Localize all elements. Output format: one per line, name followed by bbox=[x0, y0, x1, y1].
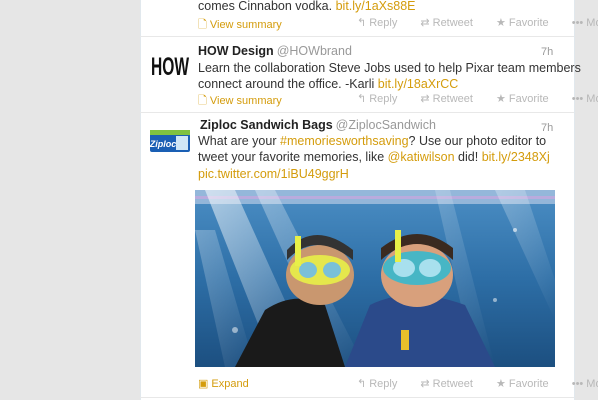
view-summary-label: View summary bbox=[209, 19, 282, 31]
photo-icon: ▣ bbox=[198, 378, 209, 390]
reply-label: Reply bbox=[369, 93, 398, 105]
reply-icon: ↰ bbox=[357, 378, 367, 390]
more-label: More bbox=[586, 17, 598, 29]
tweet-actions: ↰Reply ⇄Retweet ★Favorite •••More bbox=[357, 92, 598, 105]
tweet-timestamp[interactable]: 7h bbox=[541, 46, 553, 58]
tweet-text-body: connect around the office. -Karli bbox=[198, 77, 375, 91]
tweet-divider bbox=[140, 397, 574, 398]
view-summary-label: View summary bbox=[209, 95, 282, 107]
reply-button[interactable]: ↰ Reply bbox=[357, 93, 407, 105]
ellipsis-icon: ••• bbox=[571, 378, 584, 390]
tweet-link[interactable]: bit.ly/18aXrCC bbox=[378, 77, 459, 91]
expand-label: Expand bbox=[211, 378, 249, 390]
reply-button[interactable]: ↰ Reply bbox=[357, 378, 407, 390]
how-logo: HOW bbox=[151, 53, 189, 81]
tweet-text-line: tweet your favorite memories, like @kati… bbox=[198, 149, 550, 165]
tweet-text: comes Cinnabon vodka. bit.ly/1aXs88E bbox=[198, 0, 416, 14]
how-logo-text: HOW bbox=[151, 53, 189, 80]
retweet-button[interactable]: ⇄ Retweet bbox=[420, 93, 483, 105]
avatar[interactable]: HOW bbox=[150, 50, 190, 81]
view-summary-link[interactable]: 🗋 View summary bbox=[198, 92, 282, 111]
retweet-icon: ⇄ bbox=[420, 93, 430, 105]
more-label: More bbox=[586, 378, 598, 390]
retweet-label: Retweet bbox=[432, 17, 473, 29]
favorite-label: Favorite bbox=[508, 93, 549, 105]
reply-button[interactable]: ↰ Reply bbox=[357, 17, 407, 29]
favorite-label: Favorite bbox=[508, 17, 549, 29]
view-summary-link[interactable]: 🗋 View summary bbox=[198, 16, 282, 35]
tweet-link[interactable]: bit.ly/2348Xj bbox=[482, 150, 550, 164]
reply-label: Reply bbox=[369, 378, 398, 390]
reply-icon: ↰ bbox=[357, 17, 367, 29]
favorite-button[interactable]: ★ Favorite bbox=[496, 378, 559, 390]
more-button[interactable]: •••More bbox=[572, 378, 598, 390]
retweet-label: Retweet bbox=[432, 378, 473, 390]
tweet-divider bbox=[140, 112, 574, 113]
star-icon: ★ bbox=[496, 93, 506, 105]
reply-label: Reply bbox=[369, 17, 398, 29]
tweet-text: pic.twitter.com/1iBU49ggrH bbox=[198, 166, 349, 182]
mention-link[interactable]: @katiwilson bbox=[388, 150, 455, 164]
star-icon: ★ bbox=[496, 17, 506, 29]
more-label: More bbox=[586, 93, 598, 105]
ellipsis-icon: ••• bbox=[571, 17, 584, 29]
hashtag-link[interactable]: #memoriesworthsaving bbox=[280, 134, 409, 148]
tweet-text-body: did! bbox=[458, 150, 479, 164]
author-name[interactable]: HOW Design bbox=[198, 44, 274, 58]
snorkel-photo bbox=[195, 190, 555, 367]
tweet-author[interactable]: HOW Design @HOWbrand bbox=[198, 44, 352, 58]
avatar[interactable]: Ziploc bbox=[149, 128, 190, 154]
tweet-text-line: Learn the collaboration Steve Jobs used … bbox=[198, 61, 581, 75]
author-handle[interactable]: @HOWbrand bbox=[277, 44, 352, 58]
tweet-text-body: tweet your favorite memories, like bbox=[198, 150, 385, 164]
ziploc-logo-text: Ziploc bbox=[150, 139, 176, 149]
tweet-text-body: What are your bbox=[198, 134, 277, 148]
pic-link[interactable]: pic.twitter.com/1iBU49ggrH bbox=[198, 167, 349, 181]
tweet-text-line: What are your #memoriesworthsaving? Use … bbox=[198, 133, 550, 149]
tweet-author[interactable]: Ziploc Sandwich Bags @ZiplocSandwich bbox=[200, 118, 436, 132]
favorite-button[interactable]: ★ Favorite bbox=[496, 17, 559, 29]
reply-icon: ↰ bbox=[357, 93, 367, 105]
tweet-link[interactable]: bit.ly/1aXs88E bbox=[336, 0, 416, 13]
ziploc-product-image: Ziploc bbox=[149, 130, 190, 152]
author-name[interactable]: Ziploc Sandwich Bags bbox=[200, 118, 333, 132]
expand-link[interactable]: ▣ Expand bbox=[198, 377, 249, 390]
tweet-photo[interactable] bbox=[195, 190, 555, 367]
document-icon: 🗋 bbox=[198, 19, 207, 31]
author-handle[interactable]: @ZiplocSandwich bbox=[336, 118, 436, 132]
favorite-label: Favorite bbox=[508, 378, 549, 390]
retweet-label: Retweet bbox=[432, 93, 473, 105]
tweet-divider bbox=[140, 36, 574, 37]
tweet-actions: ↰Reply ⇄Retweet ★Favorite •••More bbox=[357, 16, 598, 29]
tweet-text-body: comes Cinnabon vodka. bbox=[198, 0, 333, 13]
retweet-icon: ⇄ bbox=[420, 378, 430, 390]
retweet-button[interactable]: ⇄ Retweet bbox=[420, 17, 483, 29]
retweet-icon: ⇄ bbox=[420, 17, 430, 29]
tweet-text: Learn the collaboration Steve Jobs used … bbox=[198, 60, 581, 92]
retweet-button[interactable]: ⇄ Retweet bbox=[420, 378, 483, 390]
tweet-text-body: ? Use our photo editor to bbox=[408, 134, 547, 148]
ellipsis-icon: ••• bbox=[571, 93, 584, 105]
favorite-button[interactable]: ★ Favorite bbox=[496, 93, 559, 105]
more-button[interactable]: •••More bbox=[572, 17, 598, 29]
document-icon: 🗋 bbox=[198, 95, 207, 107]
tweet-text-line: connect around the office. -Karli bit.ly… bbox=[198, 76, 581, 92]
star-icon: ★ bbox=[496, 378, 506, 390]
more-button[interactable]: •••More bbox=[572, 93, 598, 105]
tweet-actions: ↰Reply ⇄Retweet ★Favorite •••More bbox=[357, 377, 598, 390]
tweet-text: What are your #memoriesworthsaving? Use … bbox=[198, 133, 550, 165]
